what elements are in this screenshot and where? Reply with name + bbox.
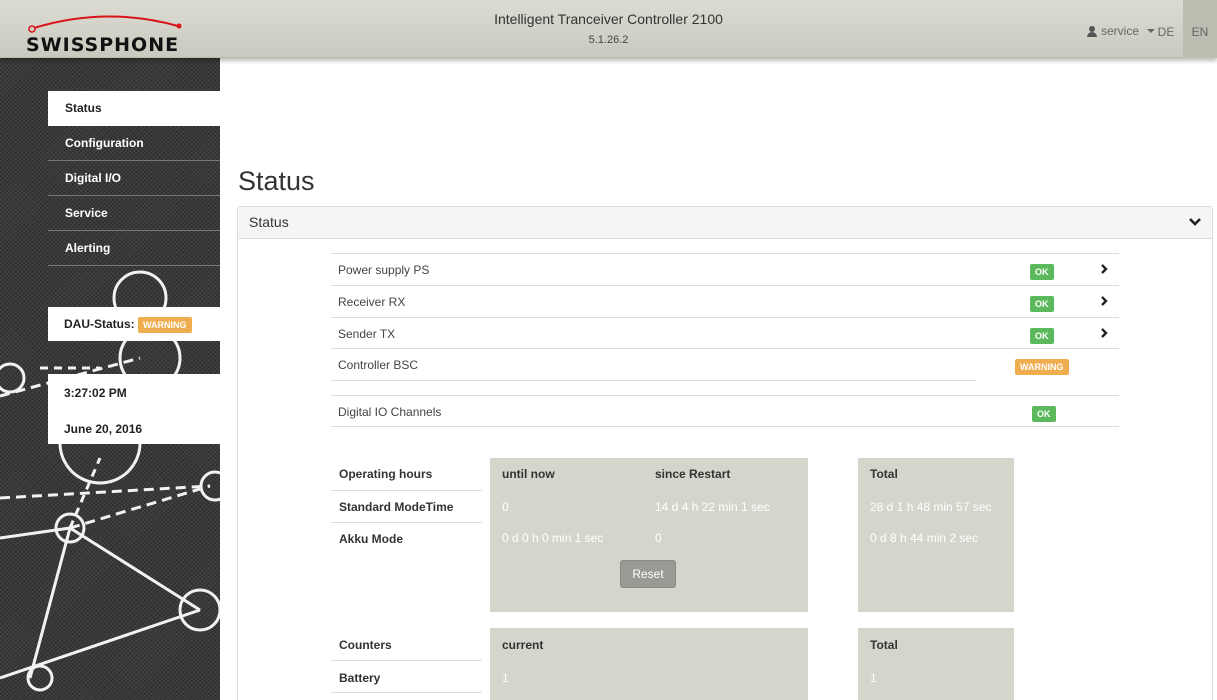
value-standard-total: 28 d 1 h 48 min 57 sec: [870, 500, 992, 514]
clock: 3:27:02 PM June 20, 2016: [48, 374, 220, 444]
divider: [331, 522, 482, 523]
sidebar-item-digital-io[interactable]: Digital I/O: [48, 161, 220, 196]
divider: [331, 490, 482, 491]
chevron-down-icon[interactable]: [1188, 216, 1202, 228]
status-row-digital-io: Digital IO Channels OK: [331, 395, 1119, 427]
operating-hours-header: Operating hours: [339, 467, 433, 481]
user-name: service: [1100, 24, 1139, 38]
value-battery-total: 1: [870, 671, 877, 685]
status-row-power-supply[interactable]: Power supply PS OK: [331, 253, 1119, 285]
col-total: Total: [870, 638, 898, 652]
status-badge: WARNING: [1015, 359, 1069, 375]
app-version: 5.1.26.2: [588, 34, 629, 46]
status-row-label: Receiver RX: [338, 295, 406, 309]
dau-status-badge: WARNING: [138, 316, 192, 333]
status-row-label: Power supply PS: [338, 263, 430, 277]
status-badge: OK: [1030, 296, 1054, 312]
sidebar-nav: Status Configuration Digital I/O Service…: [48, 91, 220, 266]
value-standard-since-restart: 14 d 4 h 22 min 1 sec: [655, 500, 770, 514]
sidebar-item-alerting[interactable]: Alerting: [48, 231, 220, 266]
dau-status: DAU-Status: WARNING: [48, 307, 220, 341]
clock-date: June 20, 2016: [64, 422, 143, 436]
reset-button[interactable]: Reset: [620, 560, 676, 588]
row-label-akku-mode: Akku Mode: [339, 532, 404, 546]
sidebar-item-configuration[interactable]: Configuration: [48, 126, 220, 161]
col-since-restart: since Restart: [655, 467, 731, 481]
app-title: Intelligent Tranceiver Controller 2100: [494, 11, 723, 27]
dau-status-label: DAU-Status:: [64, 317, 135, 331]
status-row-label: Digital IO Channels: [338, 405, 442, 419]
col-total: Total: [870, 467, 898, 481]
divider: [331, 692, 482, 693]
app-header: SWISSPHONE Intelligent Tranceiver Contro…: [0, 0, 1217, 58]
sidebar-item-status[interactable]: Status: [48, 91, 220, 126]
status-badge: OK: [1032, 406, 1056, 422]
value-akku-total: 0 d 8 h 44 min 2 sec: [870, 531, 979, 545]
status-row-controller: Controller BSC WARNING: [331, 348, 1119, 380]
status-row-label: Sender TX: [338, 327, 396, 341]
value-akku-until-now: 0 d 0 h 0 min 1 sec: [502, 531, 604, 545]
sidebar-item-service[interactable]: Service: [48, 196, 220, 231]
status-badge: OK: [1030, 328, 1054, 344]
status-row-label: Controller BSC: [338, 358, 419, 372]
language-en[interactable]: EN: [1183, 0, 1217, 58]
counters-header: Counters: [339, 638, 392, 652]
value-battery-current: 1: [502, 671, 509, 685]
col-current: current: [502, 638, 544, 652]
chevron-right-icon[interactable]: [1099, 295, 1109, 307]
language-de[interactable]: DE: [1149, 0, 1183, 58]
row-label-standard-mode: Standard ModeTime: [339, 500, 454, 514]
col-until-now: until now: [502, 467, 555, 481]
status-row-sender[interactable]: Sender TX OK: [331, 317, 1119, 349]
status-row-receiver[interactable]: Receiver RX OK: [331, 285, 1119, 317]
value-standard-until-now: 0: [502, 500, 509, 514]
clock-time: 3:27:02 PM: [64, 386, 127, 400]
chevron-right-icon[interactable]: [1099, 327, 1109, 339]
page-title: Status: [238, 166, 315, 196]
status-badge: OK: [1030, 264, 1054, 280]
value-akku-since-restart: 0: [655, 531, 662, 545]
user-menu[interactable]: service: [1086, 24, 1155, 38]
divider: [331, 380, 976, 381]
divider: [331, 660, 482, 661]
row-label-battery: Battery: [339, 671, 381, 685]
user-icon: [1086, 25, 1097, 37]
panel-header[interactable]: Status: [238, 207, 1212, 239]
chevron-right-icon[interactable]: [1099, 263, 1109, 275]
sidebar: Status Configuration Digital I/O Service…: [0, 58, 220, 700]
panel-title: Status: [249, 214, 289, 230]
